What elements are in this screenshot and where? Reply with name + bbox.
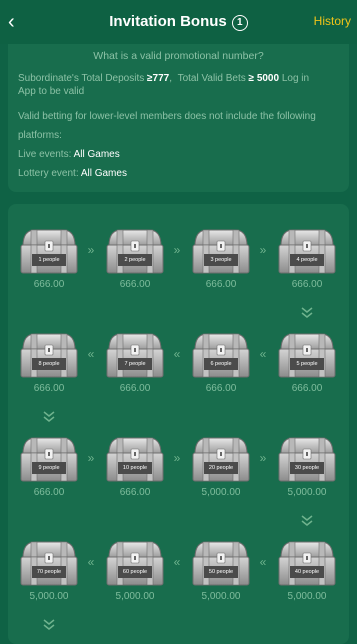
rules-line-2: App to be valid	[18, 86, 85, 97]
live-events-label: Live events:	[18, 149, 72, 160]
bets-ge: ≥	[248, 73, 255, 84]
double-chevron-down-icon	[300, 306, 314, 318]
rules-line-3: Valid betting for lower-level members do…	[18, 111, 316, 122]
chest-reward-amount: 5,000.00	[201, 591, 241, 602]
info-badge-icon[interactable]: 1	[231, 15, 248, 31]
header-bar: ‹ Invitation Bonus 1 History	[0, 0, 357, 44]
double-chevron-left-icon: «	[259, 555, 267, 569]
treasure-chest-icon[interactable]: 2 people	[105, 226, 165, 276]
treasure-chest-icon[interactable]: 7 people	[105, 330, 165, 380]
deposit-label: Subordinate's Total Deposits	[18, 73, 145, 84]
chest-people-label: 50 people	[208, 569, 234, 575]
chest-people-label: 60 people	[122, 569, 148, 575]
treasure-chest-icon[interactable]: 10 people	[105, 434, 165, 484]
login-text: Log in	[281, 73, 310, 84]
chest-reward-amount: 5,000.00	[287, 591, 327, 602]
double-chevron-right-icon: »	[173, 451, 181, 465]
treasure-chest-icon[interactable]: 50 people	[191, 538, 251, 588]
double-chevron-left-icon: «	[173, 347, 181, 361]
requirement-separator: ,	[169, 73, 172, 84]
double-chevron-left-icon: «	[259, 347, 267, 361]
bets-value: 5000	[256, 73, 280, 84]
treasure-chest-icon[interactable]: 8 people	[19, 330, 79, 380]
treasure-chest-icon[interactable]: 3 people	[191, 226, 251, 276]
chest-people-label: 20 people	[208, 465, 234, 471]
bets-label: Total Valid Bets	[177, 73, 246, 84]
history-link[interactable]: History	[314, 14, 351, 28]
chest-people-label: 4 people	[296, 257, 318, 263]
live-events-line: Live events: All Games	[18, 149, 120, 160]
double-chevron-right-icon: »	[173, 243, 181, 257]
chest-people-label: 2 people	[124, 257, 146, 263]
chest-reward-amount: 666.00	[291, 279, 323, 290]
treasure-chest-icon[interactable]: 20 people	[191, 434, 251, 484]
rules-requirement-line: Subordinate's Total Deposits ≥777, Total…	[18, 73, 309, 84]
chest-reward-amount: 666.00	[119, 487, 151, 498]
chest-people-label: 9 people	[38, 465, 60, 471]
deposit-value: 777	[152, 73, 170, 84]
chest-reward-amount: 666.00	[205, 279, 237, 290]
rules-line-4: platforms:	[18, 130, 62, 141]
double-chevron-right-icon: »	[259, 243, 267, 257]
double-chevron-right-icon: »	[259, 451, 267, 465]
page-title-text: Invitation Bonus	[109, 13, 227, 30]
chest-people-label: 40 people	[294, 569, 320, 575]
chest-reward-amount: 5,000.00	[287, 487, 327, 498]
chest-reward-amount: 5,000.00	[29, 591, 69, 602]
chest-reward-amount: 666.00	[119, 383, 151, 394]
double-chevron-down-icon	[42, 410, 56, 422]
treasure-chest-icon[interactable]: 60 people	[105, 538, 165, 588]
double-chevron-down-icon	[300, 514, 314, 526]
lottery-event-label: Lottery event:	[18, 168, 79, 179]
treasure-chest-icon[interactable]: 5 people	[277, 330, 337, 380]
chest-people-label: 70 people	[36, 569, 62, 575]
chest-reward-amount: 666.00	[119, 279, 151, 290]
chest-reward-amount: 5,000.00	[201, 487, 241, 498]
chest-people-label: 3 people	[210, 257, 232, 263]
chest-people-label: 10 people	[122, 465, 148, 471]
double-chevron-left-icon: «	[87, 347, 95, 361]
live-events-value: All Games	[73, 149, 120, 160]
chest-reward-amount: 666.00	[33, 279, 65, 290]
chest-reward-amount: 666.00	[291, 383, 323, 394]
page-title: Invitation Bonus 1	[0, 13, 357, 31]
double-chevron-left-icon: «	[173, 555, 181, 569]
double-chevron-down-icon	[42, 618, 56, 630]
treasure-chest-icon[interactable]: 70 people	[19, 538, 79, 588]
chest-people-label: 7 people	[124, 361, 146, 367]
chest-people-label: 30 people	[294, 465, 320, 471]
treasure-chest-icon[interactable]: 30 people	[277, 434, 337, 484]
chest-people-label: 1 people	[38, 257, 60, 263]
treasure-chest-icon[interactable]: 1 people	[19, 226, 79, 276]
chest-reward-amount: 666.00	[33, 383, 65, 394]
double-chevron-right-icon: »	[87, 451, 95, 465]
chest-reward-amount: 666.00	[205, 383, 237, 394]
rules-panel: What is a valid promotional number? Subo…	[8, 44, 349, 192]
chest-people-label: 6 people	[210, 361, 232, 367]
treasure-chest-icon[interactable]: 6 people	[191, 330, 251, 380]
chest-people-label: 5 people	[296, 361, 318, 367]
chest-reward-amount: 5,000.00	[115, 591, 155, 602]
lottery-event-value: All Games	[80, 168, 127, 179]
treasure-chest-icon[interactable]: 9 people	[19, 434, 79, 484]
treasure-chest-icon[interactable]: 40 people	[277, 538, 337, 588]
rules-question: What is a valid promotional number?	[93, 50, 264, 62]
double-chevron-left-icon: «	[87, 555, 95, 569]
treasure-chest-icon[interactable]: 4 people	[277, 226, 337, 276]
chest-reward-amount: 666.00	[33, 487, 65, 498]
lottery-event-line: Lottery event: All Games	[18, 168, 127, 179]
chest-people-label: 8 people	[38, 361, 60, 367]
double-chevron-right-icon: »	[87, 243, 95, 257]
